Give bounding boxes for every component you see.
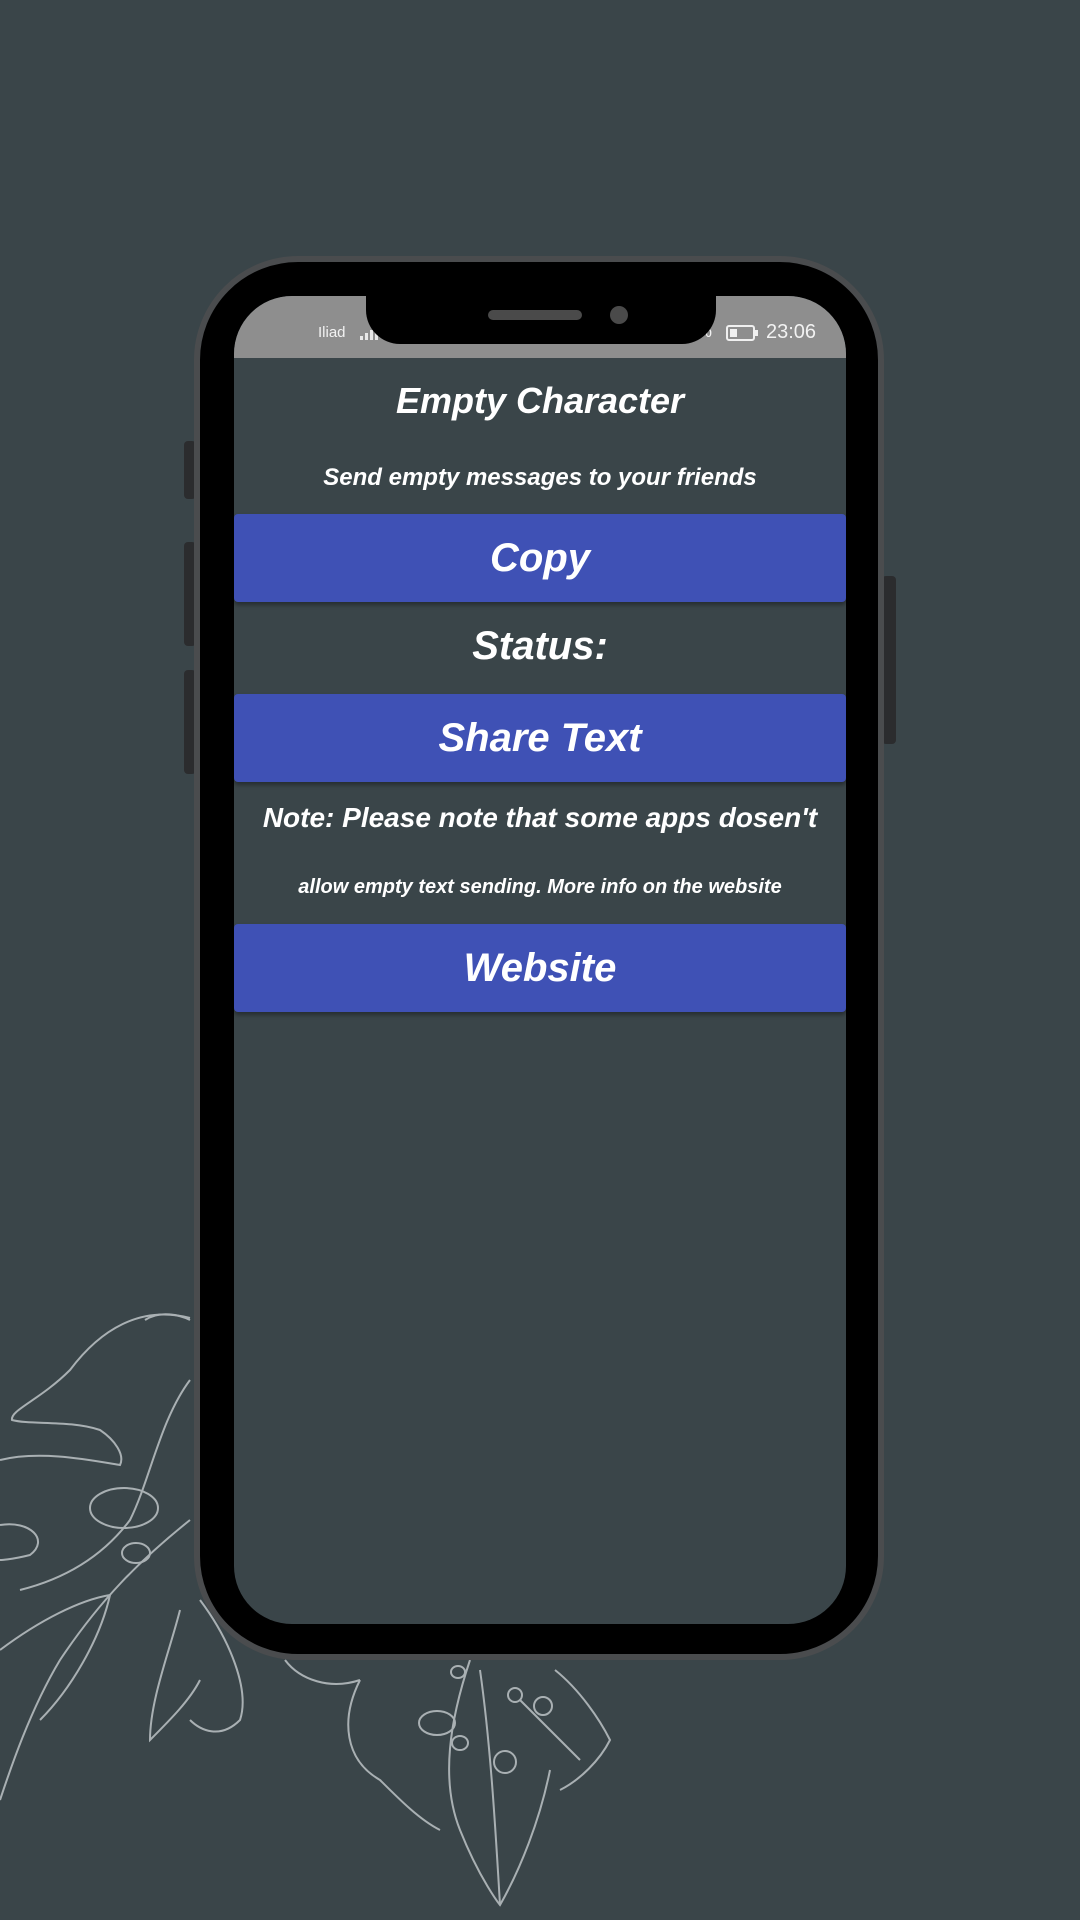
power-button bbox=[882, 576, 896, 744]
app-subtitle: Send empty messages to your friends bbox=[323, 464, 757, 491]
speaker-grille bbox=[488, 310, 582, 320]
copy-button[interactable]: Copy bbox=[234, 514, 846, 602]
phone-screen: Iliad 4G % 23:06 Empty Character Send em… bbox=[234, 296, 846, 1624]
status-time: 23:06 bbox=[766, 321, 817, 343]
app-title: Empty Character bbox=[395, 380, 685, 421]
website-button[interactable]: Website bbox=[234, 924, 846, 1012]
carrier-name: Iliad bbox=[318, 324, 346, 341]
note-text-line1: Note: Please note that some apps dosen't bbox=[262, 802, 818, 833]
front-camera bbox=[610, 306, 628, 324]
status-label: Status: bbox=[472, 624, 608, 668]
note-text-line2: allow empty text sending. More info on t… bbox=[298, 876, 782, 898]
share-text-button[interactable]: Share Text bbox=[234, 694, 846, 782]
notch bbox=[366, 296, 716, 344]
battery-icon bbox=[726, 325, 758, 341]
